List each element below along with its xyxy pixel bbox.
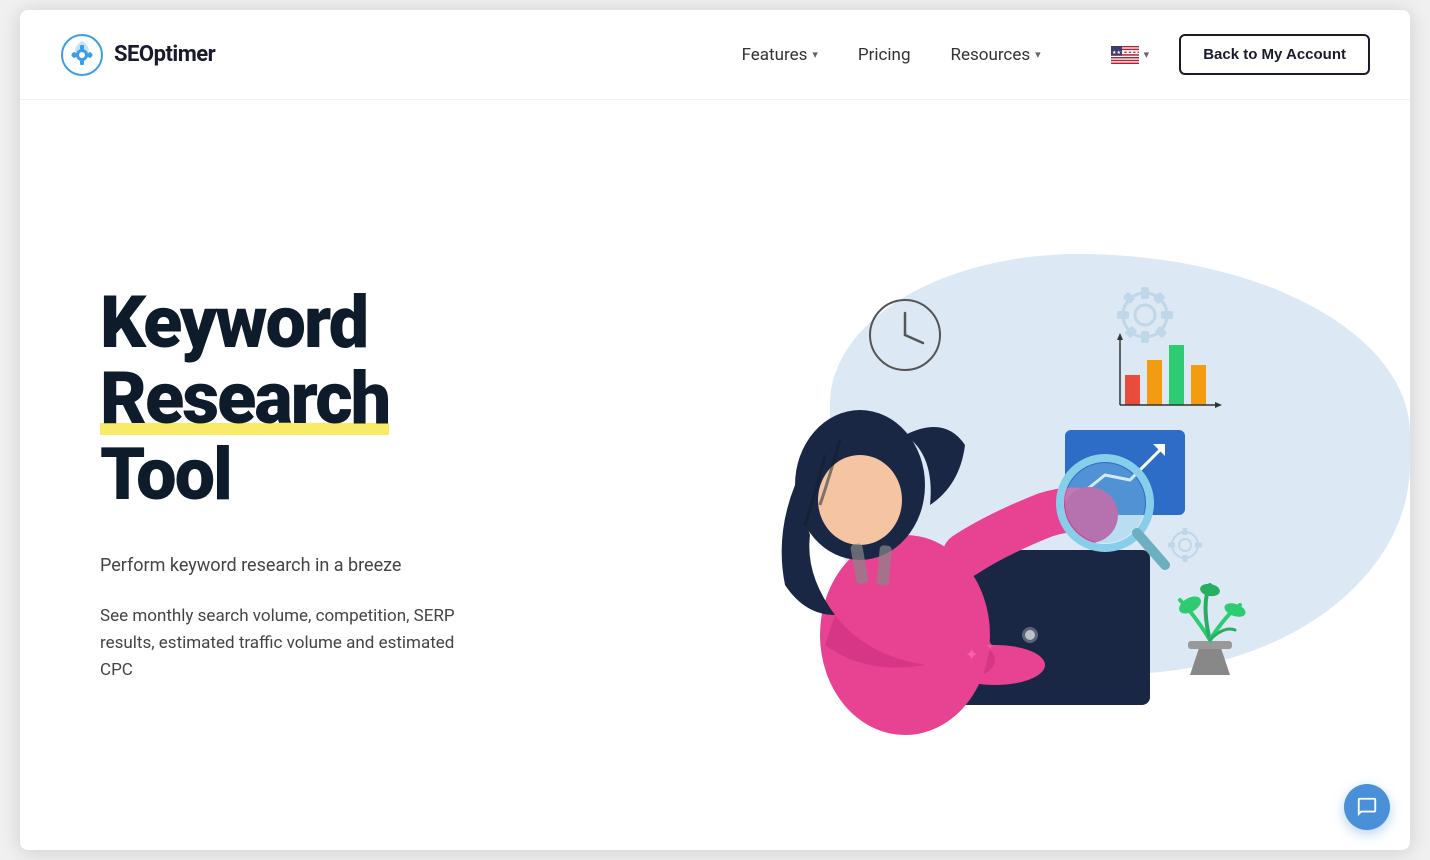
logo-area[interactable]: SEOptimer bbox=[60, 33, 215, 77]
hero-illustration: ✦ ✦ bbox=[600, 160, 1350, 810]
nav-features[interactable]: Features ▾ bbox=[742, 45, 818, 65]
chat-icon bbox=[1356, 796, 1378, 818]
logo-text: SEOptimer bbox=[114, 42, 215, 67]
nav-resources[interactable]: Resources ▾ bbox=[951, 45, 1041, 65]
resources-chevron-icon: ▾ bbox=[1035, 48, 1041, 61]
hero-subtitle: Perform keyword research in a breeze bbox=[100, 552, 600, 579]
us-flag-icon: ★★★★★★ bbox=[1111, 46, 1139, 64]
hero-illustration-svg: ✦ ✦ bbox=[685, 235, 1265, 735]
language-selector[interactable]: ★★★★★★ ▾ bbox=[1101, 40, 1160, 70]
hero-title: Keyword Research Tool bbox=[100, 285, 600, 512]
back-to-account-button[interactable]: Back to My Account bbox=[1179, 34, 1370, 75]
seoptimer-logo-icon bbox=[60, 33, 104, 77]
language-chevron-icon: ▾ bbox=[1144, 48, 1150, 61]
svg-text:✦: ✦ bbox=[985, 639, 995, 653]
chat-support-button[interactable] bbox=[1344, 784, 1390, 830]
nav-pricing[interactable]: Pricing bbox=[858, 45, 911, 65]
nav-links: Features ▾ Pricing Resources ▾ bbox=[742, 45, 1041, 65]
hero-section: Keyword Research Tool Perform keyword re… bbox=[20, 100, 1410, 850]
hero-content: Keyword Research Tool Perform keyword re… bbox=[100, 285, 600, 684]
features-chevron-icon: ▾ bbox=[812, 48, 818, 61]
page-wrapper: SEOptimer Features ▾ Pricing Resources ▾ bbox=[20, 10, 1410, 850]
svg-text:★★★★★★: ★★★★★★ bbox=[1112, 50, 1139, 56]
navbar: SEOptimer Features ▾ Pricing Resources ▾ bbox=[20, 10, 1410, 100]
svg-text:✦: ✦ bbox=[965, 645, 978, 664]
hero-description: See monthly search volume, competition, … bbox=[100, 603, 480, 685]
nav-right: ★★★★★★ ▾ Back to My Account bbox=[1101, 34, 1370, 75]
